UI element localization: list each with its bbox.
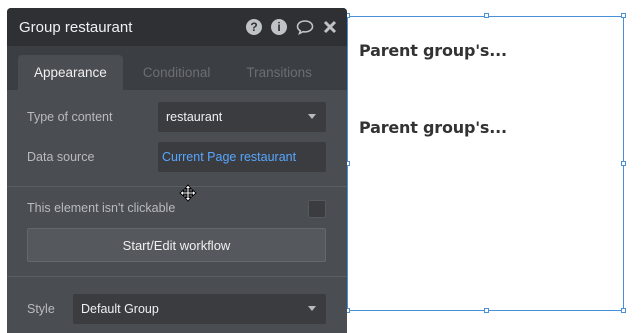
canvas-text-1[interactable]: Parent group's... [359, 41, 507, 60]
style-dropdown[interactable]: Default Group [73, 294, 326, 324]
chevron-down-icon [308, 114, 316, 119]
resize-handle-bottom-right[interactable] [621, 308, 626, 313]
style-label: Style [27, 302, 55, 316]
help-icon[interactable]: ? [246, 19, 262, 35]
tab-appearance[interactable]: Appearance [18, 55, 123, 90]
clickable-checkbox[interactable] [308, 200, 326, 218]
data-source-field[interactable]: Current Page restaurant [158, 142, 326, 172]
comment-icon[interactable] [296, 19, 314, 35]
tab-conditional[interactable]: Conditional [127, 55, 227, 90]
section-divider [7, 276, 347, 277]
data-source-value[interactable]: Current Page restaurant [162, 150, 296, 164]
canvas-text-2[interactable]: Parent group's... [359, 118, 507, 137]
section-divider [7, 186, 347, 187]
type-of-content-dropdown[interactable]: restaurant [158, 102, 326, 132]
resize-handle-bottom[interactable] [484, 308, 489, 313]
start-edit-workflow-button[interactable]: Start/Edit workflow [27, 228, 326, 262]
chevron-down-icon [308, 306, 316, 311]
clickable-label: This element isn't clickable [27, 201, 176, 215]
move-cursor-icon [179, 184, 197, 207]
tab-bar: Appearance Conditional Transitions [7, 46, 347, 90]
tab-transitions[interactable]: Transitions [230, 55, 328, 90]
resize-handle-top[interactable] [484, 13, 489, 18]
close-icon[interactable] [323, 19, 337, 35]
canvas-group[interactable]: Parent group's... Parent group's... [347, 16, 624, 311]
resize-handle-right[interactable] [621, 161, 626, 166]
panel-title: Group restaurant [19, 18, 133, 36]
property-editor-panel: Group restaurant ? i Appearance Conditio… [7, 8, 347, 333]
data-source-label: Data source [27, 150, 95, 164]
type-of-content-value: restaurant [166, 110, 223, 124]
style-value: Default Group [81, 302, 159, 316]
resize-handle-top-right[interactable] [621, 13, 626, 18]
type-of-content-label: Type of content [27, 110, 113, 124]
panel-header[interactable]: Group restaurant ? i [7, 8, 347, 46]
info-icon[interactable]: i [271, 19, 287, 35]
